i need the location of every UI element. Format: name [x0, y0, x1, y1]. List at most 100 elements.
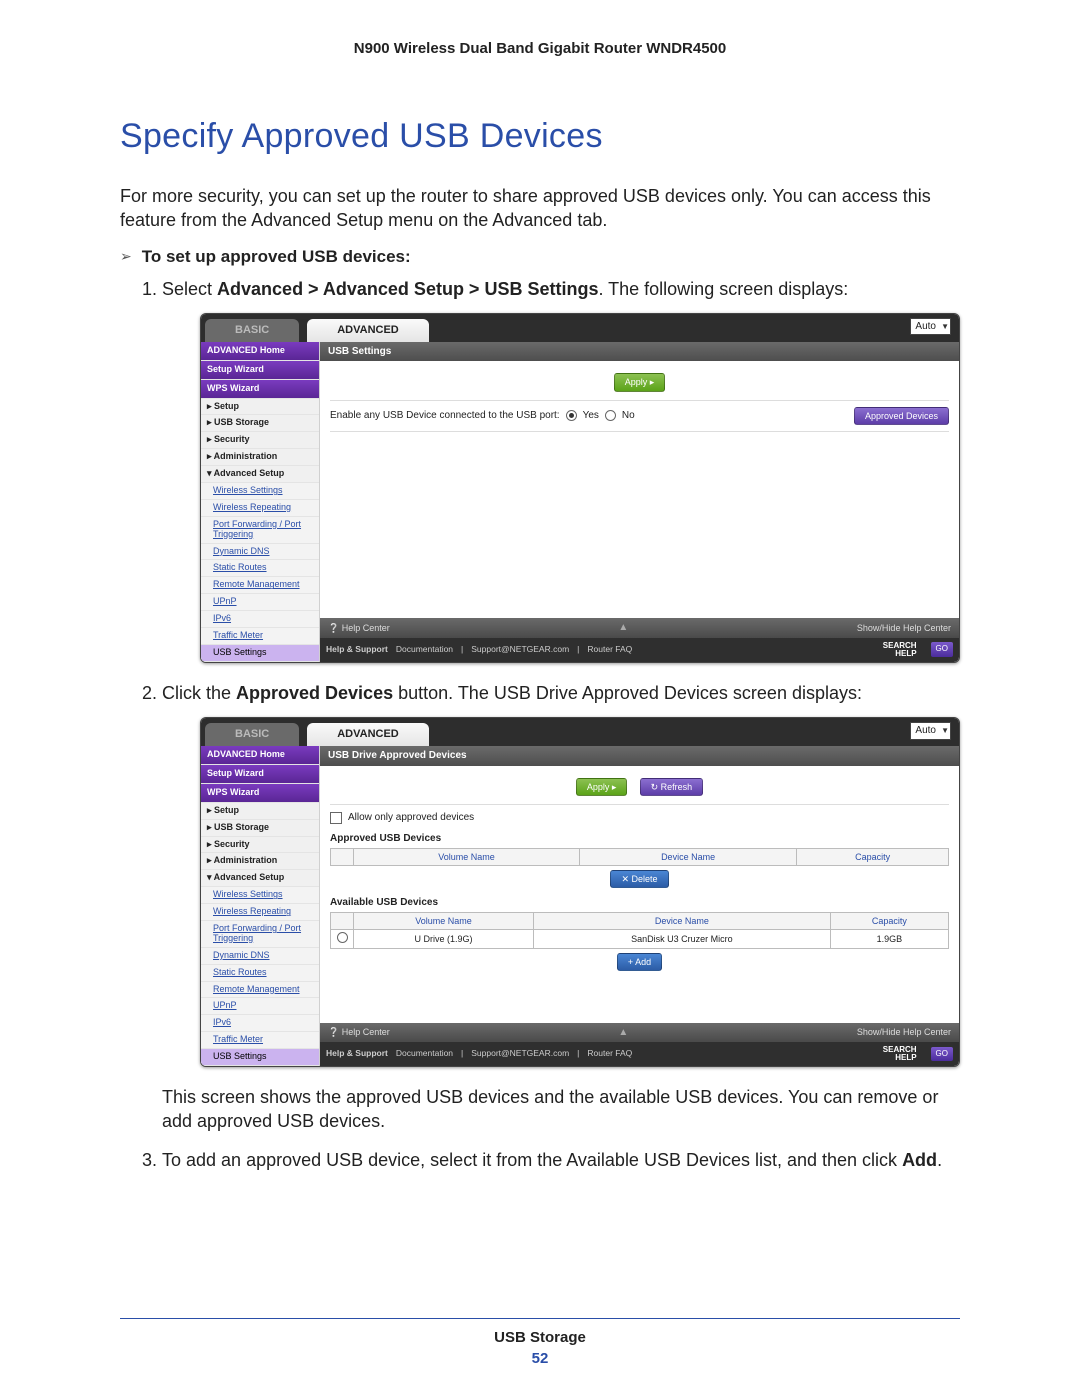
step3-bold: Add [902, 1150, 937, 1170]
router-faq-link[interactable]: Router FAQ [587, 644, 632, 655]
sidebar-advanced-home[interactable]: ADVANCED Home [201, 342, 319, 361]
radio-no[interactable] [605, 410, 616, 421]
radio-no-label: No [622, 409, 635, 423]
footer-section-label: USB Storage [120, 1329, 960, 1346]
col-device: Device Name [579, 848, 796, 865]
sidebar-remote-management[interactable]: Remote Management [201, 982, 319, 999]
allow-only-checkbox[interactable] [330, 812, 342, 824]
sidebar-wireless-settings[interactable]: Wireless Settings [201, 887, 319, 904]
support-strip: Help & Support Documentation | Support@N… [320, 1042, 959, 1066]
task-heading-text: To set up approved USB devices: [142, 247, 411, 267]
show-hide-help-link[interactable]: Show/Hide Help Center [857, 1026, 951, 1038]
chevron-up-icon[interactable]: ▲ [618, 1026, 628, 1040]
step-2: Click the Approved Devices button. The U… [162, 681, 960, 1134]
sidebar-advanced-home[interactable]: ADVANCED Home [201, 746, 319, 765]
approved-devices-table: Volume Name Device Name Capacity [330, 848, 949, 866]
sidebar-usb-storage[interactable]: ▸ USB Storage [201, 415, 319, 432]
step3-post: . [937, 1150, 942, 1170]
sidebar-administration[interactable]: ▸ Administration [201, 449, 319, 466]
sidebar-ipv6[interactable]: IPv6 [201, 611, 319, 628]
triangle-bullet-icon: ➢ [120, 248, 132, 265]
help-strip: ❔ Help Center ▲ Show/Hide Help Center [320, 618, 959, 638]
help-center-link[interactable]: ❔ Help Center [328, 622, 390, 634]
sidebar-wireless-repeating[interactable]: Wireless Repeating [201, 500, 319, 517]
sidebar-usb-storage[interactable]: ▸ USB Storage [201, 820, 319, 837]
sidebar-dynamic-dns[interactable]: Dynamic DNS [201, 948, 319, 965]
radio-yes-label: Yes [583, 409, 599, 423]
sidebar-remote-management[interactable]: Remote Management [201, 577, 319, 594]
sidebar-security[interactable]: ▸ Security [201, 432, 319, 449]
sidebar-wps-wizard[interactable]: WPS Wizard [201, 380, 319, 399]
documentation-link[interactable]: Documentation [396, 644, 453, 655]
approved-devices-button[interactable]: Approved Devices [854, 407, 949, 425]
tab-advanced[interactable]: ADVANCED [307, 319, 429, 342]
sidebar-static-routes[interactable]: Static Routes [201, 965, 319, 982]
sidebar-traffic-meter[interactable]: Traffic Meter [201, 628, 319, 645]
sidebar-advanced-setup[interactable]: ▾ Advanced Setup [201, 466, 319, 483]
support-label: Help & Support [326, 1048, 388, 1059]
help-strip: ❔ Help Center ▲ Show/Hide Help Center [320, 1023, 959, 1043]
sidebar-setup-wizard[interactable]: Setup Wizard [201, 765, 319, 784]
tabs-bar: BASIC ADVANCED Auto ▼ [201, 718, 959, 746]
refresh-button[interactable]: ↻ Refresh [640, 778, 704, 796]
language-select[interactable]: Auto ▼ [910, 722, 951, 740]
support-label: Help & Support [326, 644, 388, 655]
step2-pre: Click the [162, 683, 236, 703]
sidebar-wireless-repeating[interactable]: Wireless Repeating [201, 904, 319, 921]
add-button[interactable]: + Add [617, 953, 662, 971]
sidebar-administration[interactable]: ▸ Administration [201, 853, 319, 870]
sidebar-wps-wizard[interactable]: WPS Wizard [201, 784, 319, 803]
documentation-link[interactable]: Documentation [396, 1048, 453, 1059]
chevron-up-icon[interactable]: ▲ [618, 621, 628, 635]
row-radio[interactable] [337, 932, 348, 943]
approved-devices-label: Approved USB Devices [330, 832, 949, 846]
sidebar-upnp[interactable]: UPnP [201, 594, 319, 611]
support-strip: Help & Support Documentation | Support@N… [320, 638, 959, 662]
router-faq-link[interactable]: Router FAQ [587, 1048, 632, 1059]
sidebar-setup-wizard[interactable]: Setup Wizard [201, 361, 319, 380]
step2-followup: This screen shows the approved USB devic… [162, 1085, 960, 1134]
help-center-link[interactable]: ❔ Help Center [328, 1026, 390, 1038]
step1-pre: Select [162, 279, 217, 299]
delete-button[interactable]: ✕ Delete [610, 870, 668, 888]
tab-basic[interactable]: BASIC [205, 723, 299, 746]
row-volume: U Drive (1.9G) [354, 929, 534, 948]
sidebar-setup[interactable]: ▸ Setup [201, 399, 319, 416]
sidebar-port-forwarding[interactable]: Port Forwarding / Port Triggering [201, 921, 319, 948]
apply-button[interactable]: Apply ▸ [614, 373, 666, 391]
step3-pre: To add an approved USB device, select it… [162, 1150, 902, 1170]
sidebar-ipv6[interactable]: IPv6 [201, 1015, 319, 1032]
help-label: HELP [883, 650, 917, 658]
sidebar-traffic-meter[interactable]: Traffic Meter [201, 1032, 319, 1049]
sidebar-port-forwarding[interactable]: Port Forwarding / Port Triggering [201, 517, 319, 544]
sidebar-usb-settings[interactable]: USB Settings [201, 645, 319, 662]
sidebar-upnp[interactable]: UPnP [201, 998, 319, 1015]
go-button[interactable]: GO [931, 1047, 953, 1062]
table-row[interactable]: U Drive (1.9G) SanDisk U3 Cruzer Micro 1… [331, 929, 949, 948]
language-select[interactable]: Auto ▼ [910, 318, 951, 336]
sidebar-security[interactable]: ▸ Security [201, 837, 319, 854]
sidebar-wireless-settings[interactable]: Wireless Settings [201, 483, 319, 500]
show-hide-help-link[interactable]: Show/Hide Help Center [857, 622, 951, 634]
go-button[interactable]: GO [931, 642, 953, 657]
language-select-value: Auto [915, 725, 936, 736]
step2-post: button. The USB Drive Approved Devices s… [393, 683, 862, 703]
tab-advanced[interactable]: ADVANCED [307, 723, 429, 746]
task-heading: ➢ To set up approved USB devices: [120, 247, 960, 267]
sidebar-static-routes[interactable]: Static Routes [201, 560, 319, 577]
chevron-down-icon: ▼ [941, 322, 949, 333]
radio-yes[interactable] [566, 410, 577, 421]
row-capacity: 1.9GB [830, 929, 948, 948]
allow-only-label: Allow only approved devices [348, 811, 474, 825]
tab-basic[interactable]: BASIC [205, 319, 299, 342]
sidebar-dynamic-dns[interactable]: Dynamic DNS [201, 544, 319, 561]
page-footer: USB Storage 52 [120, 1318, 960, 1367]
support-email-link[interactable]: Support@NETGEAR.com [471, 644, 569, 655]
support-email-link[interactable]: Support@NETGEAR.com [471, 1048, 569, 1059]
sidebar-advanced-setup[interactable]: ▾ Advanced Setup [201, 870, 319, 887]
sidebar-usb-settings[interactable]: USB Settings [201, 1049, 319, 1066]
sidebar-setup[interactable]: ▸ Setup [201, 803, 319, 820]
language-select-value: Auto [915, 321, 936, 332]
help-label: HELP [883, 1054, 917, 1062]
apply-button[interactable]: Apply ▸ [576, 778, 628, 796]
